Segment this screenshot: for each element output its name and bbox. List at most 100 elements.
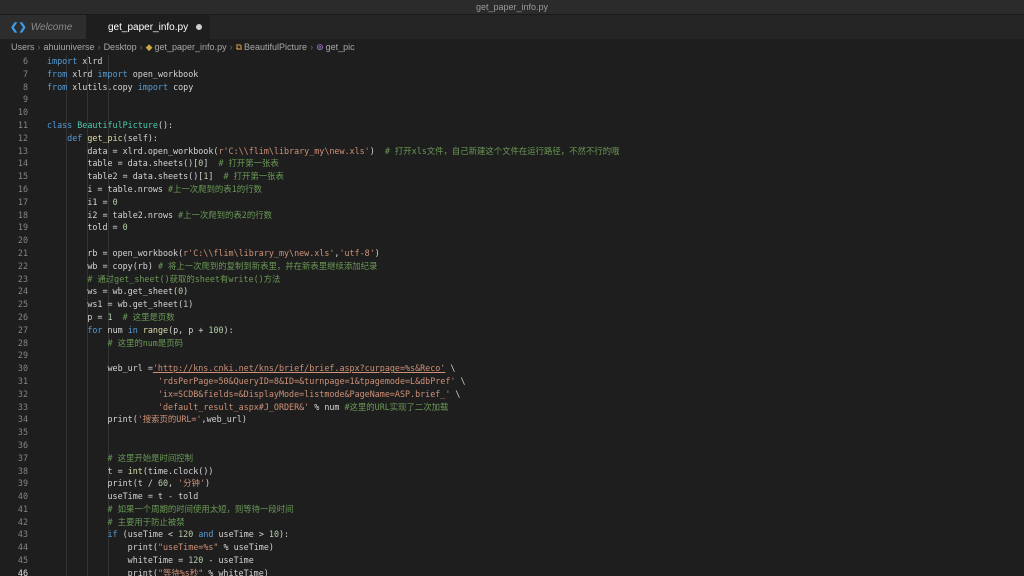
code-text[interactable]: # 主要用于防止被禁: [47, 516, 185, 529]
code-line[interactable]: 27 for num in range(p, p + 100):: [0, 324, 1024, 337]
code-line[interactable]: 13 data = xlrd.open_workbook(r'C:\\flim\…: [0, 145, 1024, 158]
code-text[interactable]: data = xlrd.open_workbook(r'C:\\flim\lib…: [47, 145, 619, 158]
code-line[interactable]: 23 # 通过get_sheet()获取的sheet有write()方法: [0, 273, 1024, 286]
code-line[interactable]: 41 # 如果一个周期的时间使用太短，则等待一段时间: [0, 503, 1024, 516]
line-number: 10: [17, 107, 28, 118]
code-text[interactable]: table = data.sheets()[0] # 打开第一张表: [47, 157, 278, 170]
code-line[interactable]: 19 told = 0: [0, 221, 1024, 234]
code-text[interactable]: if (useTime < 120 and useTime > 10):: [47, 528, 290, 541]
code-text[interactable]: p = 1 # 这里是页数: [47, 311, 174, 324]
code-line[interactable]: 25 ws1 = wb.get_sheet(1): [0, 298, 1024, 311]
code-text[interactable]: wb = copy(rb) # 将上一次爬到的复制到新表里，并在新表里继续添加纪…: [47, 260, 377, 273]
code-line[interactable]: 15 table2 = data.sheets()[1] # 打开第一张表: [0, 170, 1024, 183]
line-number: 29: [17, 350, 28, 361]
code-line[interactable]: 9: [0, 93, 1024, 106]
code-text[interactable]: for num in range(p, p + 100):: [47, 324, 233, 337]
code-line[interactable]: 21 rb = open_workbook(r'C:\\flim\library…: [0, 247, 1024, 260]
code-text[interactable]: 'default_result_aspx#J_ORDER&' % num #这里…: [47, 401, 448, 414]
code-line[interactable]: 36: [0, 439, 1024, 452]
code-line[interactable]: 32 'ix=SCDB&fields=&DisplayMode=listmode…: [0, 388, 1024, 401]
code-text[interactable]: i1 = 0: [47, 196, 117, 209]
code-text[interactable]: class BeautifulPicture():: [47, 119, 173, 132]
code-text[interactable]: useTime = t - told: [47, 490, 199, 503]
chevron-right-icon: ›: [229, 42, 233, 52]
code-text[interactable]: # 这里开始是时间控制: [47, 452, 193, 465]
code-line[interactable]: 7 from xlrd import open_workbook: [0, 68, 1024, 81]
code-line[interactable]: 35: [0, 426, 1024, 439]
line-number: 34: [17, 414, 28, 425]
code-lines: 6 import xlrd 7 from xlrd import open_workb…: [0, 55, 1024, 576]
code-text[interactable]: ws = wb.get_sheet(0): [47, 285, 188, 298]
line-number: 41: [17, 503, 28, 514]
code-line[interactable]: 39 print(t / 60, '分钟'): [0, 477, 1024, 490]
code-line[interactable]: 28 # 这里的num是页码: [0, 337, 1024, 350]
code-line[interactable]: 24 ws = wb.get_sheet(0): [0, 285, 1024, 298]
code-line[interactable]: 12 def get_pic(self):: [0, 132, 1024, 145]
code-text[interactable]: table2 = data.sheets()[1] # 打开第一张表: [47, 170, 284, 183]
code-line[interactable]: 18 i2 = table2.nrows #上一次爬到的表2的行数: [0, 209, 1024, 222]
code-line[interactable]: 34 print('搜索页的URL=',web_url): [0, 413, 1024, 426]
code-line[interactable]: 29: [0, 349, 1024, 362]
code-text[interactable]: print("useTime=%s" % useTime): [47, 541, 274, 554]
code-text[interactable]: ws1 = wb.get_sheet(1): [47, 298, 193, 311]
code-text[interactable]: print("等待%s秒" % whiteTime): [47, 567, 269, 576]
code-line[interactable]: 44 print("useTime=%s" % useTime): [0, 541, 1024, 554]
code-line[interactable]: 26 p = 1 # 这里是页数: [0, 311, 1024, 324]
breadcrumb-item-desktop[interactable]: Desktop: [104, 42, 137, 52]
code-line[interactable]: 38 t = int(time.clock()): [0, 465, 1024, 478]
line-number: 22: [17, 260, 28, 271]
code-text[interactable]: t = int(time.clock()): [47, 465, 214, 478]
breadcrumb-item-user[interactable]: ahuiuniverse: [44, 42, 95, 52]
unsaved-dot-icon[interactable]: [196, 24, 203, 30]
line-number: 32: [17, 388, 28, 399]
code-text[interactable]: # 通过get_sheet()获取的sheet有write()方法: [47, 273, 280, 286]
breadcrumb-item-method[interactable]: get_pic: [326, 42, 355, 52]
code-text[interactable]: whiteTime = 120 - useTime: [47, 554, 254, 567]
code-text[interactable]: # 这里的num是页码: [47, 337, 183, 350]
code-line[interactable]: 10: [0, 106, 1024, 119]
code-line[interactable]: 45 whiteTime = 120 - useTime: [0, 554, 1024, 567]
tab-welcome[interactable]: ❮❯ Welcome: [0, 15, 86, 39]
code-text[interactable]: def get_pic(self):: [47, 132, 158, 145]
code-text[interactable]: web_url ='http://kns.cnki.net/kns/brief/…: [47, 362, 456, 375]
code-text[interactable]: i2 = table2.nrows #上一次爬到的表2的行数: [47, 209, 272, 222]
code-text[interactable]: print(t / 60, '分钟'): [47, 477, 211, 490]
code-line[interactable]: 42 # 主要用于防止被禁: [0, 516, 1024, 529]
code-line[interactable]: 37 # 这里开始是时间控制: [0, 452, 1024, 465]
code-line[interactable]: 43 if (useTime < 120 and useTime > 10):: [0, 528, 1024, 541]
code-line[interactable]: 33 'default_result_aspx#J_ORDER&' % num …: [0, 401, 1024, 414]
breadcrumb-item-users[interactable]: Users: [11, 42, 35, 52]
code-line[interactable]: 8 from xlutils.copy import copy: [0, 81, 1024, 94]
code-line[interactable]: 6 import xlrd: [0, 55, 1024, 68]
line-number: 12: [17, 132, 28, 143]
line-number: 25: [17, 299, 28, 310]
breadcrumb-item-file[interactable]: get_paper_info.py: [155, 42, 227, 52]
code-text[interactable]: # 如果一个周期的时间使用太短，则等待一段时间: [47, 503, 294, 516]
code-line[interactable]: 22 wb = copy(rb) # 将上一次爬到的复制到新表里，并在新表里继续…: [0, 260, 1024, 273]
breadcrumb-item-class[interactable]: BeautifulPicture: [244, 42, 307, 52]
chevron-right-icon: ›: [37, 42, 41, 52]
code-line[interactable]: 30 web_url ='http://kns.cnki.net/kns/bri…: [0, 362, 1024, 375]
code-text[interactable]: print('搜索页的URL=',web_url): [47, 413, 247, 426]
code-text[interactable]: told = 0: [47, 221, 127, 234]
chevron-right-icon: ›: [310, 42, 314, 52]
code-text[interactable]: 'ix=SCDB&fields=&DisplayMode=listmode&Pa…: [47, 388, 461, 401]
code-text[interactable]: 'rdsPerPage=50&QueryID=8&ID=&turnpage=1&…: [47, 375, 466, 388]
code-line[interactable]: 11 class BeautifulPicture():: [0, 119, 1024, 132]
code-line[interactable]: 16 i = table.nrows #上一次爬到的表1的行数: [0, 183, 1024, 196]
code-editor[interactable]: 6 import xlrd 7 from xlrd import open_workb…: [0, 55, 1024, 576]
code-text[interactable]: import xlrd: [47, 55, 102, 68]
code-line[interactable]: 17 i1 = 0: [0, 196, 1024, 209]
tab-get-paper-info-label: get_paper_info.py: [108, 21, 189, 33]
tab-get-paper-info[interactable]: get_paper_info.py: [86, 15, 210, 39]
code-line[interactable]: 46 print("等待%s秒" % whiteTime): [0, 567, 1024, 576]
line-number: 31: [17, 375, 28, 386]
code-line[interactable]: 31 'rdsPerPage=50&QueryID=8&ID=&turnpage…: [0, 375, 1024, 388]
code-text[interactable]: i = table.nrows #上一次爬到的表1的行数: [47, 183, 262, 196]
code-text[interactable]: from xlutils.copy import copy: [47, 81, 193, 94]
code-text[interactable]: from xlrd import open_workbook: [47, 68, 198, 81]
code-line[interactable]: 20: [0, 234, 1024, 247]
code-line[interactable]: 40 useTime = t - told: [0, 490, 1024, 503]
code-line[interactable]: 14 table = data.sheets()[0] # 打开第一张表: [0, 157, 1024, 170]
code-text[interactable]: rb = open_workbook(r'C:\\flim\library_my…: [47, 247, 379, 260]
